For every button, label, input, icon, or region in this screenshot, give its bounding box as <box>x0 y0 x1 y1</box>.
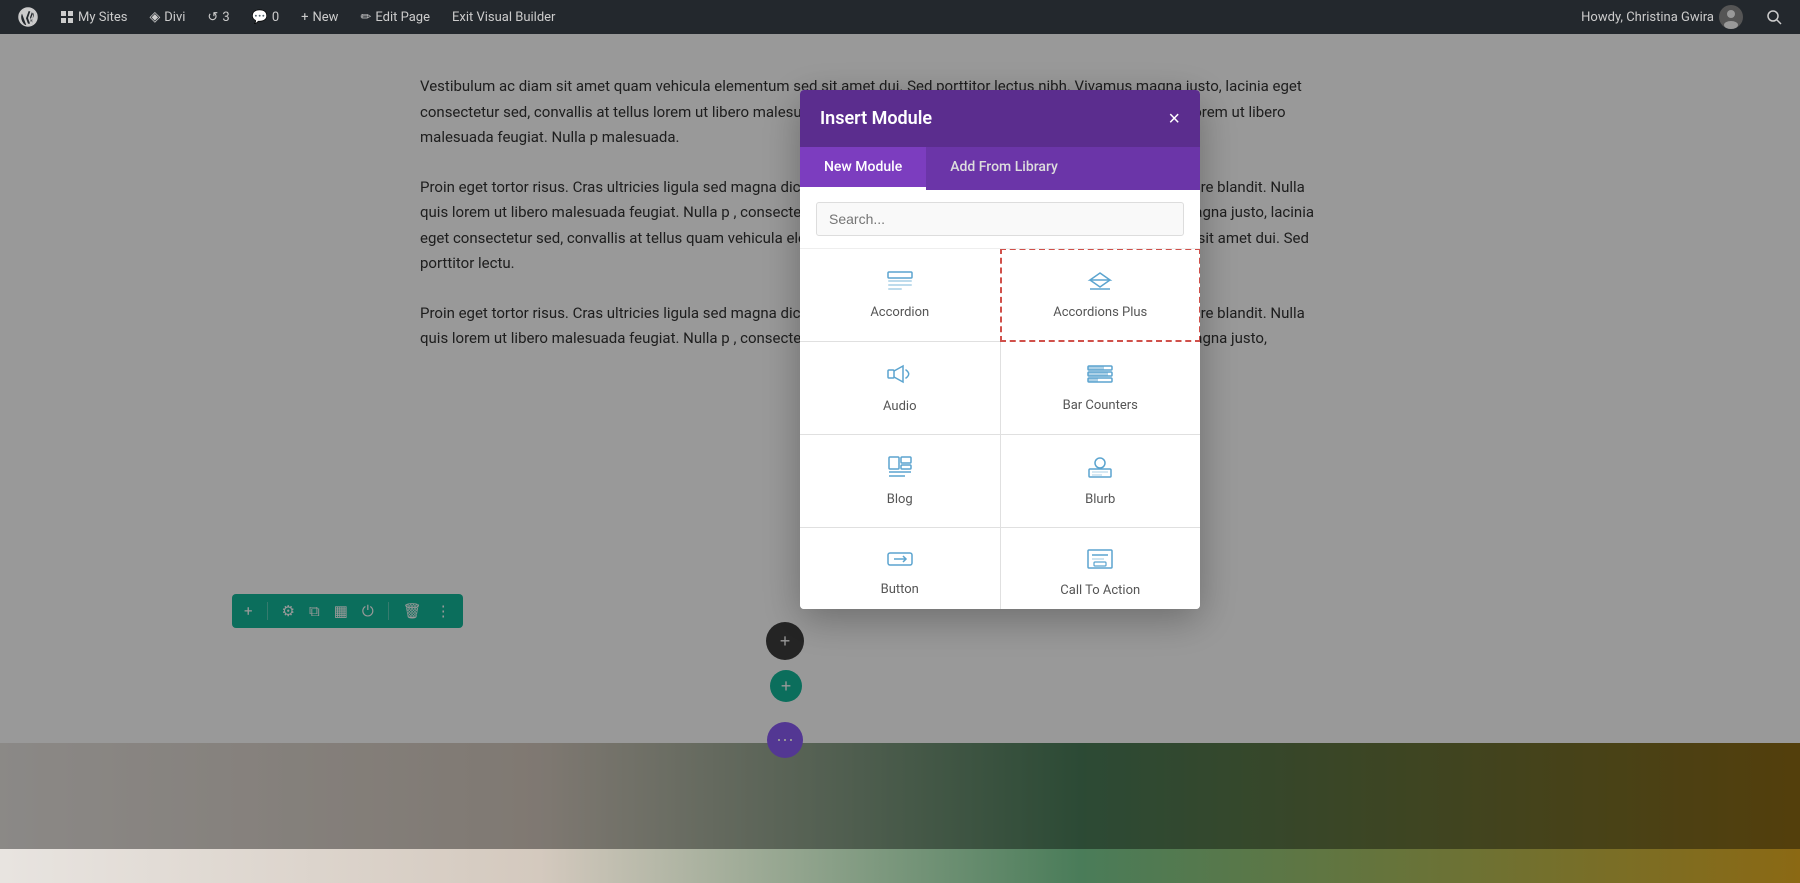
module-accordion[interactable]: Accordion <box>800 249 1000 341</box>
my-sites-label: My Sites <box>78 10 127 25</box>
module-button[interactable]: Button <box>800 528 1000 609</box>
module-blurb[interactable]: Blurb <box>1001 435 1201 527</box>
new-label: New <box>313 10 339 25</box>
revisions-icon: ↺ <box>207 10 218 25</box>
comments-menu[interactable]: 💬 0 <box>244 0 288 34</box>
user-greeting[interactable]: Howdy, Christina Gwira <box>1573 0 1752 34</box>
admin-bar-right: Howdy, Christina Gwira <box>1573 0 1790 34</box>
accordions-plus-label: Accordions Plus <box>1053 305 1147 320</box>
divi-icon: ◈ <box>149 9 160 25</box>
blurb-label: Blurb <box>1085 492 1115 507</box>
modal-tabs: New Module Add From Library <box>800 147 1200 190</box>
modal-title: Insert Module <box>820 108 932 129</box>
module-search-container <box>800 190 1200 249</box>
button-icon <box>886 549 914 574</box>
search-button[interactable] <box>1758 0 1790 34</box>
edit-page-button[interactable]: ✏ Edit Page <box>352 0 438 34</box>
revisions-menu[interactable]: ↺ 3 <box>199 0 237 34</box>
tab-new-module[interactable]: New Module <box>800 147 926 190</box>
modal-close-button[interactable]: × <box>1168 109 1180 129</box>
pencil-icon: ✏ <box>360 10 371 25</box>
wordpress-logo[interactable] <box>10 0 46 34</box>
module-grid: Accordion Accordions Plus Audio <box>800 249 1200 609</box>
module-accordions-plus[interactable]: Accordions Plus <box>1000 249 1201 342</box>
divi-menu[interactable]: ◈ Divi <box>141 0 193 34</box>
module-audio[interactable]: Audio <box>800 342 1000 434</box>
comments-icon: 💬 <box>252 10 268 25</box>
bar-counters-icon <box>1086 363 1114 390</box>
bar-counters-label: Bar Counters <box>1063 398 1138 413</box>
exit-visual-builder-button[interactable]: Exit Visual Builder <box>444 0 563 34</box>
audio-icon <box>887 362 913 391</box>
tab-add-from-library[interactable]: Add From Library <box>926 147 1082 190</box>
module-blog[interactable]: Blog <box>800 435 1000 527</box>
my-sites-menu[interactable]: My Sites <box>52 0 135 34</box>
comments-count: 0 <box>272 10 279 25</box>
user-greeting-label: Howdy, Christina Gwira <box>1581 10 1714 25</box>
search-icon <box>1766 9 1782 25</box>
divi-label: Divi <box>164 10 185 25</box>
call-to-action-label: Call To Action <box>1060 583 1140 598</box>
modal-overlay: Insert Module × New Module Add From Libr… <box>0 0 1800 849</box>
new-icon: + <box>301 10 308 25</box>
audio-label: Audio <box>883 399 916 414</box>
new-menu[interactable]: + New <box>293 0 346 34</box>
accordions-plus-icon <box>1086 270 1114 297</box>
accordion-label: Accordion <box>870 305 929 320</box>
blurb-icon <box>1087 455 1113 484</box>
insert-module-modal: Insert Module × New Module Add From Libr… <box>800 90 1200 609</box>
module-search-input[interactable] <box>816 202 1184 236</box>
accordion-icon <box>886 270 914 297</box>
edit-page-label: Edit Page <box>375 10 430 25</box>
blog-label: Blog <box>887 492 913 507</box>
module-bar-counters[interactable]: Bar Counters <box>1001 342 1201 434</box>
admin-bar: My Sites ◈ Divi ↺ 3 💬 0 + New ✏ Edit Pag… <box>0 0 1800 34</box>
module-call-to-action[interactable]: Call To Action <box>1001 528 1201 609</box>
blog-icon <box>887 455 913 484</box>
button-label: Button <box>881 582 919 597</box>
modal-header: Insert Module × <box>800 90 1200 147</box>
call-to-action-icon <box>1086 548 1114 575</box>
revisions-count: 3 <box>222 10 229 25</box>
user-avatar <box>1718 4 1744 30</box>
exit-vb-label: Exit Visual Builder <box>452 10 555 25</box>
